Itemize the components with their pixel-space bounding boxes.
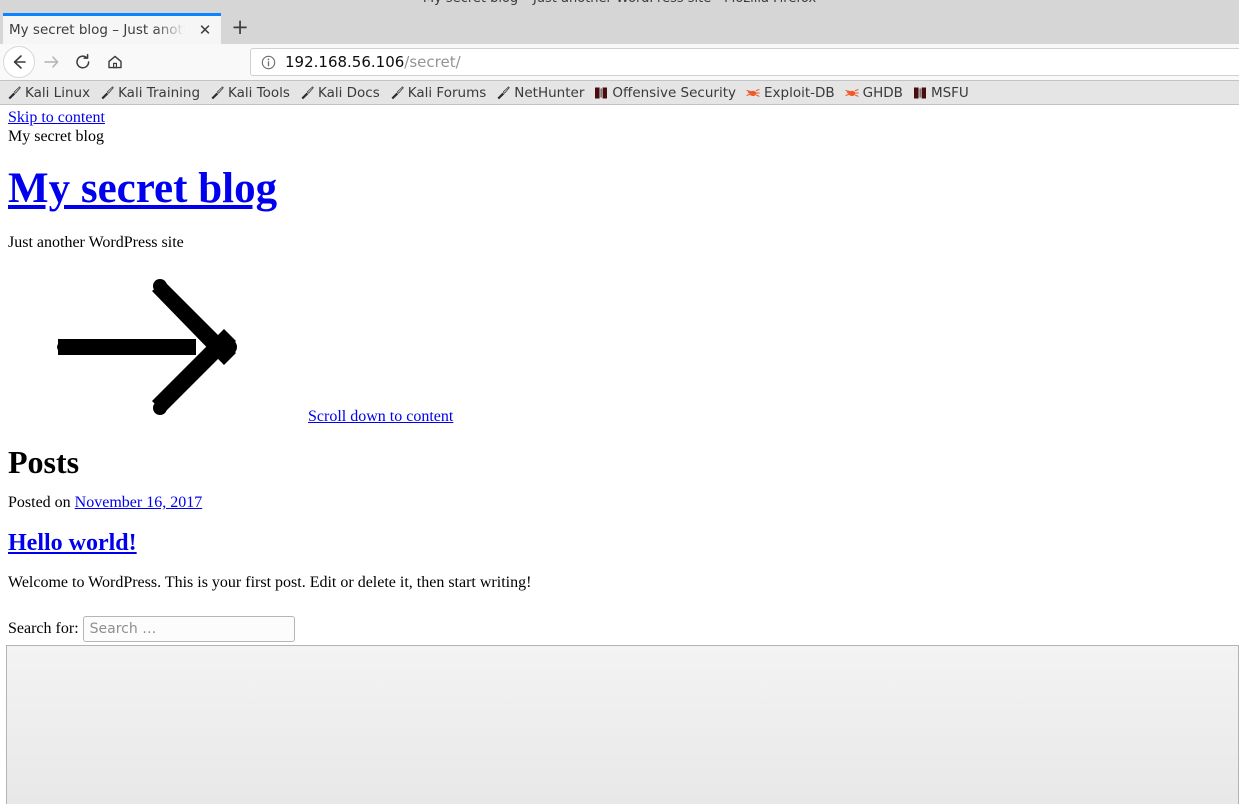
posted-on: Posted on November 16, 2017 xyxy=(8,494,202,512)
skip-to-content-link[interactable]: Skip to content xyxy=(8,108,1239,127)
kali-dragon-icon xyxy=(210,85,224,100)
bookmark-exploit-db[interactable]: Exploit-DB xyxy=(741,82,840,104)
url-bar[interactable]: 192.168.56.106/secret/ xyxy=(250,48,1239,76)
bookmark-label: Kali Tools xyxy=(228,84,290,101)
search-input[interactable] xyxy=(82,616,295,642)
bookmark-kali-tools[interactable]: Kali Tools xyxy=(205,82,295,104)
bookmark-kali-docs[interactable]: Kali Docs xyxy=(295,82,385,104)
page-content: Skip to content My secret blog My secret… xyxy=(0,108,1239,804)
search-label: Search for: xyxy=(8,620,79,637)
bookmark-label: MSFU xyxy=(930,84,969,101)
bookmark-kali-linux[interactable]: Kali Linux xyxy=(2,82,95,104)
close-icon[interactable]: ✕ xyxy=(197,22,213,38)
page-title: My secret blog xyxy=(8,167,1239,211)
bookmark-label: Exploit-DB xyxy=(764,84,835,101)
url-host: 192.168.56.106 xyxy=(285,53,405,71)
search-submit-button[interactable]: Search xyxy=(6,645,1239,804)
bug-icon xyxy=(845,86,859,100)
tab-strip: My secret blog – Just anothe ✕ + xyxy=(0,10,1239,44)
bookmark-kali-forums[interactable]: Kali Forums xyxy=(385,82,492,104)
back-arrow-icon[interactable] xyxy=(3,46,35,78)
url-path: /secret/ xyxy=(404,53,461,71)
posts-heading: Posts xyxy=(8,444,80,480)
bookmark-ghdb[interactable]: GHDB xyxy=(840,82,908,104)
reload-icon[interactable] xyxy=(67,46,99,78)
site-title-link[interactable]: My secret blog xyxy=(8,165,277,212)
bookmarks-bar: Kali Linux Kali Training Kali Tools Kali… xyxy=(0,81,1239,105)
url-text: 192.168.56.106/secret/ xyxy=(285,53,461,71)
bookmark-label: Offensive Security xyxy=(612,84,736,101)
right-arrow-icon xyxy=(57,279,237,415)
scroll-down-to-content-link[interactable]: Scroll down to content xyxy=(308,408,453,426)
post-excerpt: Welcome to WordPress. This is your first… xyxy=(8,574,532,591)
bookmark-kali-training[interactable]: Kali Training xyxy=(95,82,205,104)
tab-my-secret-blog[interactable]: My secret blog – Just anothe ✕ xyxy=(3,13,221,44)
post-date-link[interactable]: November 16, 2017 xyxy=(75,494,203,511)
kali-dragon-icon xyxy=(496,85,511,100)
kali-dragon-icon xyxy=(7,85,21,100)
forward-arrow-icon[interactable] xyxy=(35,46,67,78)
bookmark-label: NetHunter xyxy=(514,84,585,101)
site-title-text: My secret blog xyxy=(8,128,104,145)
bookmark-label: Kali Forums xyxy=(407,84,487,101)
window-titlebar: My secret blog – Just another WordPress … xyxy=(0,0,1239,10)
bookmark-label: Kali Docs xyxy=(317,84,380,101)
bookmark-label: Kali Training xyxy=(118,84,201,101)
search-form: Search for: xyxy=(8,616,295,642)
bookmark-label: Kali Linux xyxy=(25,84,91,101)
bookmark-msfu[interactable]: MSFU xyxy=(908,82,974,104)
tab-title: My secret blog – Just anothe xyxy=(9,22,187,38)
kali-dragon-icon xyxy=(390,85,404,100)
kali-dragon-icon xyxy=(100,85,114,100)
posted-on-prefix: Posted on xyxy=(8,494,75,511)
post-title-link[interactable]: Hello world! xyxy=(8,530,137,556)
window-title: My secret blog – Just another WordPress … xyxy=(0,0,1239,6)
browser-chrome: My secret blog – Just another WordPress … xyxy=(0,0,1239,105)
info-circle-icon[interactable] xyxy=(261,55,276,70)
offsec-book-icon xyxy=(594,86,608,100)
bookmark-offensive-security[interactable]: Offensive Security xyxy=(589,82,741,104)
bookmark-nethunter[interactable]: NetHunter xyxy=(491,82,589,104)
bug-icon xyxy=(746,86,760,100)
site-description: Just another WordPress site xyxy=(8,234,184,251)
post-title: Hello world! xyxy=(8,529,137,557)
navigation-toolbar: 192.168.56.106/secret/ xyxy=(0,44,1239,81)
kali-dragon-icon xyxy=(300,85,314,100)
bookmark-label: GHDB xyxy=(862,84,903,101)
home-icon[interactable] xyxy=(99,46,131,78)
offsec-book-icon xyxy=(913,86,927,100)
new-tab-icon[interactable]: + xyxy=(230,17,250,38)
